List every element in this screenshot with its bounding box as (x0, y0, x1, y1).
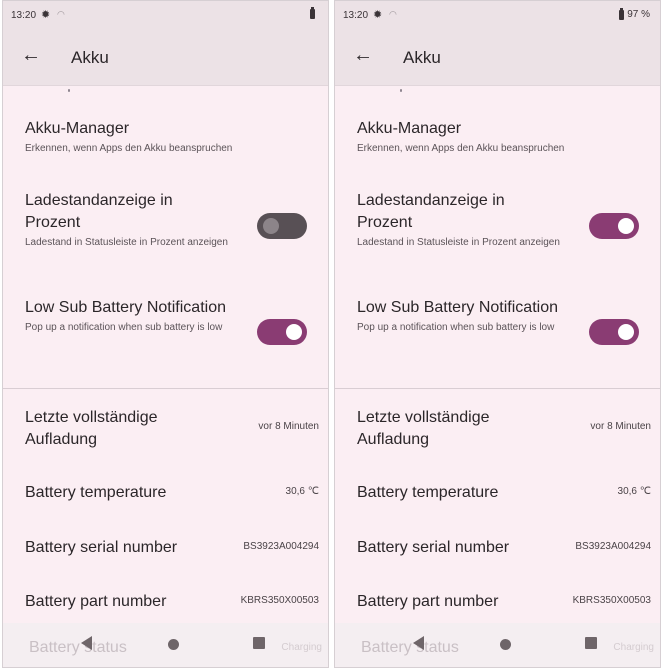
info-value: BS3923A004294 (575, 541, 651, 552)
setting-description: Ladestand in Statusleiste in Prozent anz… (25, 237, 228, 248)
nav-back-icon[interactable] (81, 636, 92, 650)
setting-battery-percentage[interactable]: Ladestandanzeige in Prozent Ladestand in… (25, 190, 311, 249)
info-battery-status-value: Charging (281, 642, 322, 653)
info-label: Letzte vollständige Aufladung (357, 409, 490, 448)
info-label: Battery serial number (25, 539, 178, 556)
info-value: 30,6 ℃ (617, 486, 651, 497)
info-label: Battery temperature (25, 484, 167, 501)
setting-label: Ladestandanzeige in Prozent (357, 192, 505, 231)
battery-indicator: 97 % (619, 7, 650, 20)
setting-akku-manager[interactable]: Akku-Manager Erkennen, wenn Apps den Akk… (25, 118, 311, 155)
navigation-bar: Battery status Charging (3, 623, 328, 667)
info-last-full-charge[interactable]: Letzte vollständige Aufladung vor 8 Minu… (25, 407, 323, 451)
gear-icon: ✹ (373, 9, 383, 21)
app-bar: ← Akku (335, 29, 660, 86)
battery-percent: 97 % (627, 9, 650, 20)
info-label: Battery temperature (357, 484, 499, 501)
low-sub-battery-toggle[interactable] (589, 319, 639, 345)
setting-description: Ladestand in Statusleiste in Prozent anz… (357, 237, 560, 248)
gear-icon: ✹ (41, 9, 51, 21)
page-title: Akku (71, 48, 109, 67)
phone-screen-right: 13:20 ✹ ◠ 97 % ← Akku Akku-Manager Erken… (334, 0, 661, 668)
info-battery-serial[interactable]: Battery serial number BS3923A004294 (25, 537, 323, 559)
setting-description: Erkennen, wenn Apps den Akku beanspruche… (357, 143, 565, 154)
info-last-full-charge[interactable]: Letzte vollständige Aufladung vor 8 Minu… (357, 407, 655, 451)
navigation-bar: Battery status Charging (335, 623, 660, 667)
setting-description: Pop up a notification when sub battery i… (25, 322, 223, 333)
battery-indicator (310, 7, 318, 19)
info-battery-status-value: Charging (613, 642, 654, 653)
info-label: Battery serial number (357, 539, 510, 556)
setting-label: Akku-Manager (357, 120, 462, 137)
status-time: 13:20 (11, 10, 37, 21)
info-value: KBRS350X00503 (240, 595, 319, 606)
nav-recents-icon[interactable] (585, 637, 597, 649)
phone-screen-left: 13:20 ✹ ◠ ← Akku Akku-Manager Erkennen, … (2, 0, 329, 668)
nav-back-icon[interactable] (413, 636, 424, 650)
app-bar: ← Akku (3, 29, 328, 86)
info-value: BS3923A004294 (243, 541, 319, 552)
wifi-icon: ◠ (57, 9, 65, 19)
status-bar: 13:20 ✹ ◠ 97 % (335, 1, 660, 29)
section-divider (3, 388, 328, 389)
toggle-knob (286, 324, 302, 340)
scroll-indicator (68, 89, 70, 92)
status-bar: 13:20 ✹ ◠ (3, 1, 328, 29)
setting-akku-manager[interactable]: Akku-Manager Erkennen, wenn Apps den Akk… (357, 118, 643, 155)
setting-description: Pop up a notification when sub battery i… (357, 322, 555, 333)
info-value: vor 8 Minuten (590, 421, 651, 432)
nav-recents-icon[interactable] (253, 637, 265, 649)
info-label: Battery part number (25, 593, 167, 610)
info-battery-serial[interactable]: Battery serial number BS3923A004294 (357, 537, 655, 559)
info-label: Battery part number (357, 593, 499, 610)
toggle-knob (263, 218, 279, 234)
wifi-icon: ◠ (389, 9, 397, 19)
arrow-left-icon[interactable]: ← (21, 45, 41, 65)
setting-label: Ladestandanzeige in Prozent (25, 192, 173, 231)
info-label: Letzte vollständige Aufladung (25, 409, 158, 448)
setting-label: Low Sub Battery Notification (357, 299, 558, 316)
info-battery-temperature[interactable]: Battery temperature 30,6 ℃ (25, 482, 323, 504)
setting-low-sub-battery[interactable]: Low Sub Battery Notification Pop up a no… (25, 297, 311, 345)
info-value: 30,6 ℃ (285, 486, 319, 497)
nav-home-icon[interactable] (168, 639, 179, 650)
nav-home-icon[interactable] (500, 639, 511, 650)
battery-percentage-toggle[interactable] (589, 213, 639, 239)
info-battery-status-label: Battery status (29, 639, 127, 656)
setting-label: Akku-Manager (25, 120, 130, 137)
setting-label: Low Sub Battery Notification (25, 299, 226, 316)
info-value: KBRS350X00503 (572, 595, 651, 606)
battery-icon (310, 7, 315, 19)
status-time: 13:20 (343, 10, 369, 21)
info-battery-status-label: Battery status (361, 639, 459, 656)
battery-icon (619, 7, 625, 20)
info-battery-part[interactable]: Battery part number KBRS350X00503 (25, 591, 323, 613)
setting-description: Erkennen, wenn Apps den Akku beanspruche… (25, 143, 233, 154)
info-battery-temperature[interactable]: Battery temperature 30,6 ℃ (357, 482, 655, 504)
page-title: Akku (403, 48, 441, 67)
arrow-left-icon[interactable]: ← (353, 45, 373, 65)
info-value: vor 8 Minuten (258, 421, 319, 432)
scroll-indicator (400, 89, 402, 92)
low-sub-battery-toggle[interactable] (257, 319, 307, 345)
toggle-knob (618, 218, 634, 234)
screenshot-comparison: 13:20 ✹ ◠ ← Akku Akku-Manager Erkennen, … (0, 0, 661, 668)
toggle-knob (618, 324, 634, 340)
info-battery-part[interactable]: Battery part number KBRS350X00503 (357, 591, 655, 613)
setting-battery-percentage[interactable]: Ladestandanzeige in Prozent Ladestand in… (357, 190, 643, 249)
section-divider (335, 388, 660, 389)
battery-percentage-toggle[interactable] (257, 213, 307, 239)
setting-low-sub-battery[interactable]: Low Sub Battery Notification Pop up a no… (357, 297, 643, 345)
